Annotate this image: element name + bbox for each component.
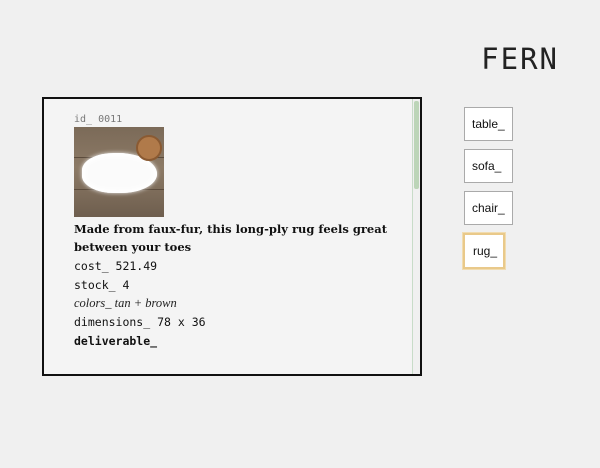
product-card: id_ 0011 Made from faux-fur, this long-p… bbox=[42, 97, 422, 376]
nav-button-table[interactable]: table_ bbox=[464, 107, 513, 141]
product-stock: stock_ 4 bbox=[74, 278, 130, 292]
brand-logo: FERN bbox=[481, 42, 559, 76]
product-colors: colors_ tan + brown bbox=[74, 296, 177, 310]
product-content: id_ 0011 Made from faux-fur, this long-p… bbox=[74, 114, 394, 350]
product-description: Made from faux-fur, this long-ply rug fe… bbox=[74, 222, 388, 254]
product-deliverable: deliverable_ bbox=[74, 334, 158, 348]
scrollbar-thumb[interactable] bbox=[414, 101, 419, 189]
card-scrollbar[interactable] bbox=[412, 99, 420, 374]
category-nav: table_ sofa_ chair_ rug_ bbox=[463, 107, 513, 277]
product-dimensions: dimensions_ 78 x 36 bbox=[74, 315, 206, 329]
nav-button-sofa[interactable]: sofa_ bbox=[464, 149, 513, 183]
product-id: id_ 0011 bbox=[74, 114, 123, 125]
product-image bbox=[74, 127, 164, 217]
nav-button-rug[interactable]: rug_ bbox=[463, 233, 505, 269]
nav-button-chair[interactable]: chair_ bbox=[464, 191, 513, 225]
product-cost: cost_ 521.49 bbox=[74, 259, 158, 273]
basket-shape bbox=[136, 135, 162, 161]
